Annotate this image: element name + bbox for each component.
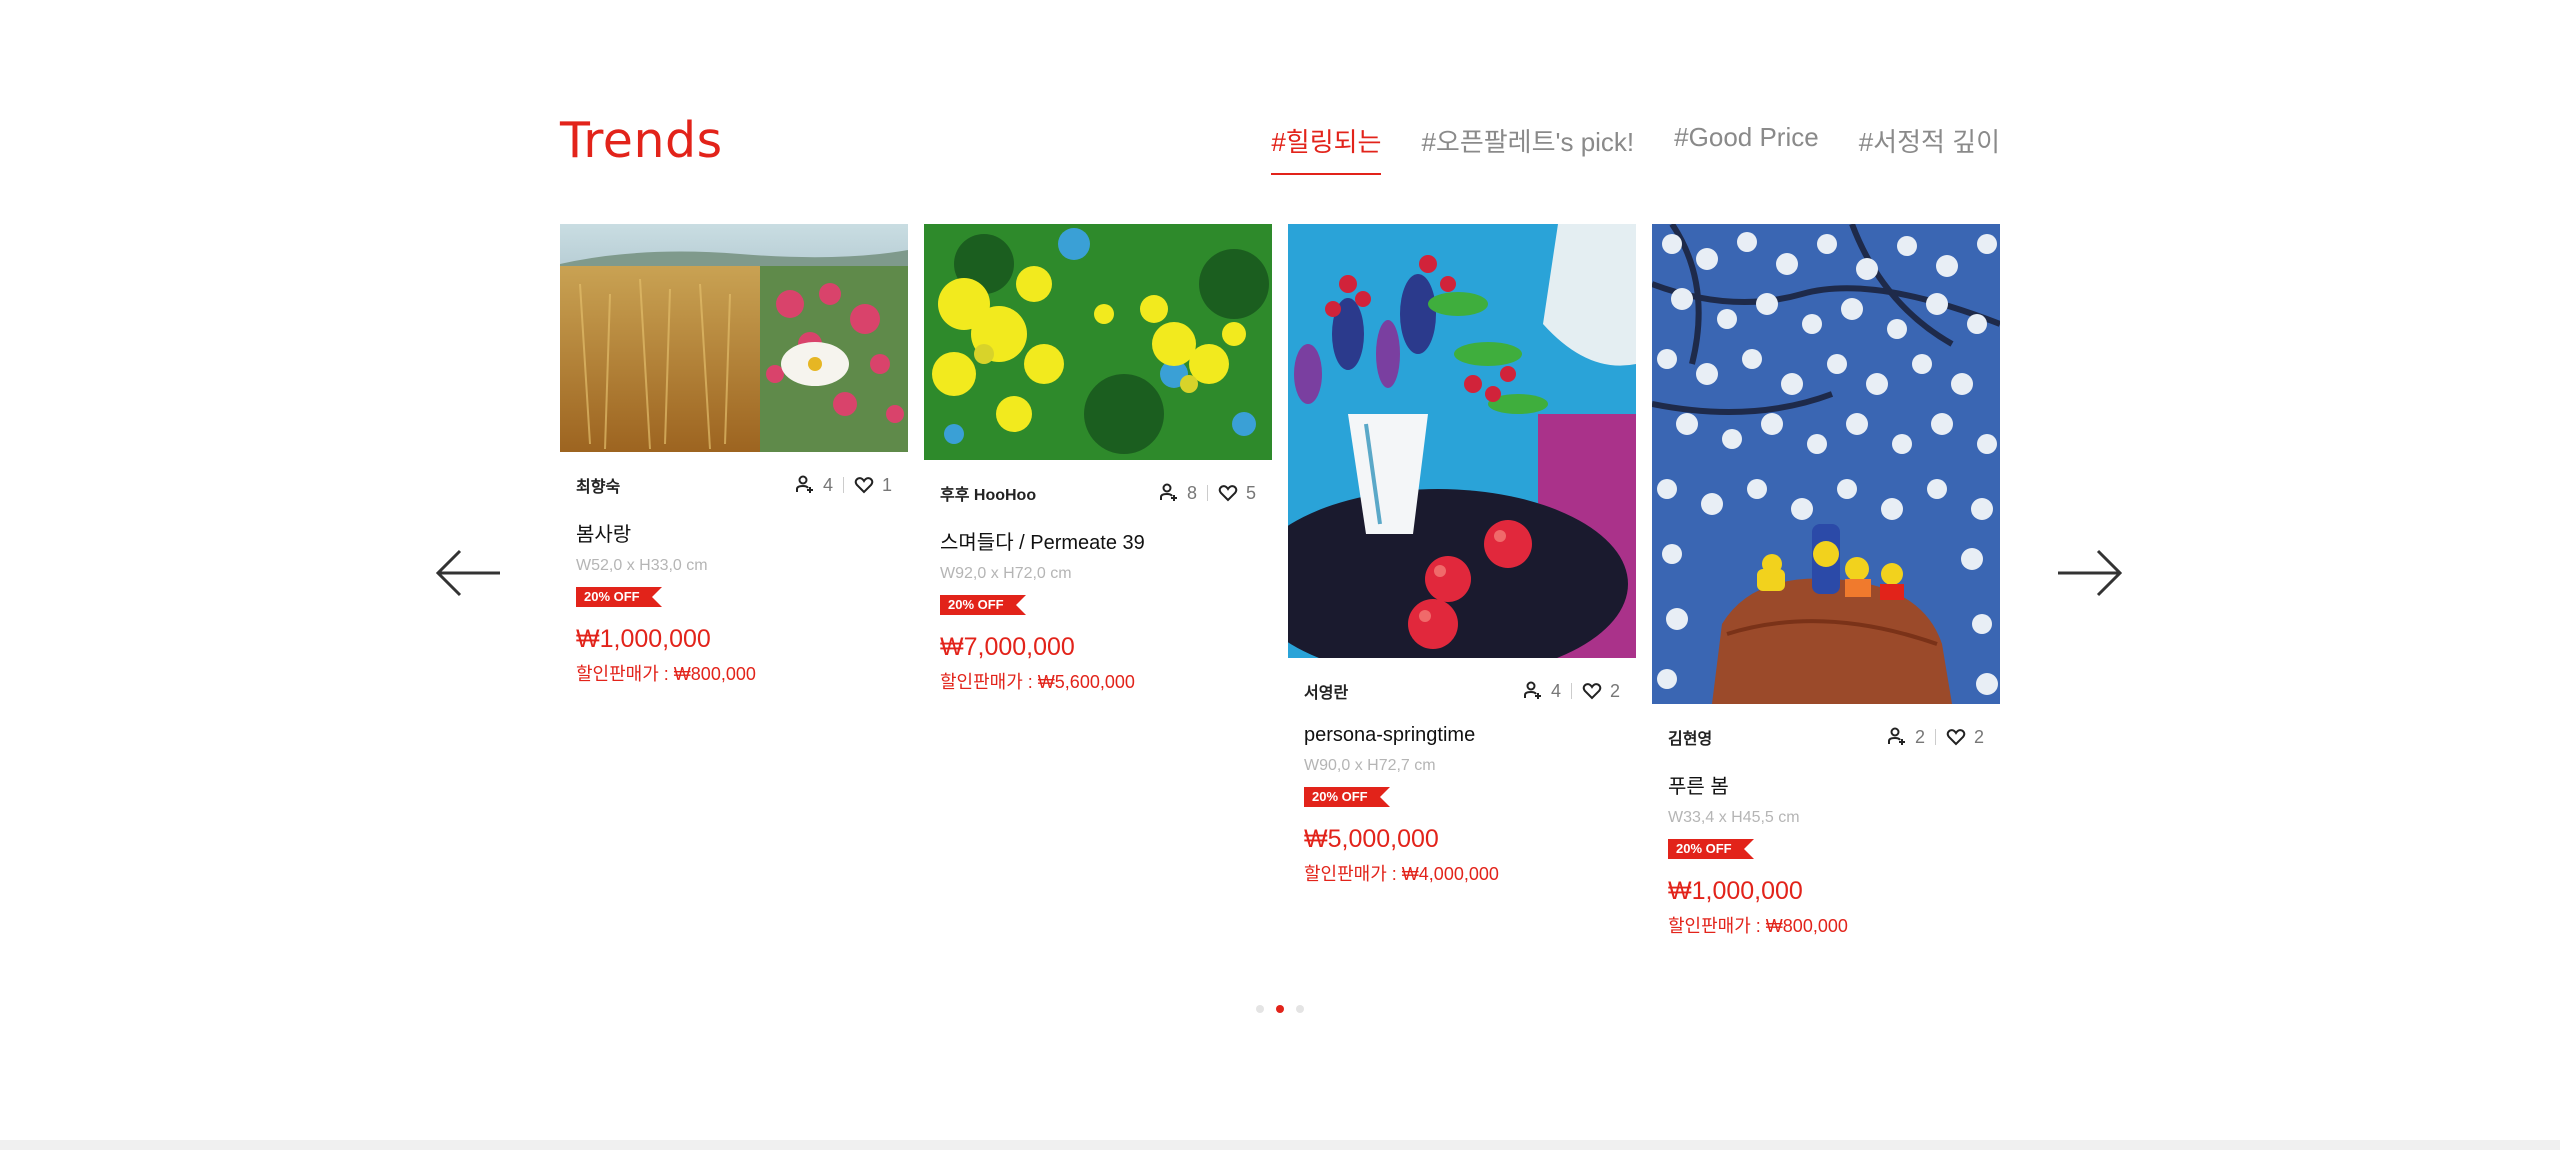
artwork-title[interactable]: 푸른 봄 [1668, 770, 1984, 799]
like-count: 5 [1245, 482, 1256, 503]
like-count: 2 [1609, 680, 1620, 701]
tab-lyrical-depth[interactable]: #서정적 깊이 [1859, 122, 2000, 175]
like-count: 1 [881, 474, 892, 495]
artist-name[interactable]: 서영란 [1304, 679, 1348, 703]
like-count: 2 [1973, 726, 1984, 747]
pagination-dot-active[interactable] [1276, 1005, 1284, 1013]
artwork-size: W92,0 x H72,0 cm [940, 565, 1072, 582]
follow-stat[interactable]: 4 [1523, 681, 1561, 702]
follow-stat[interactable]: 2 [1887, 727, 1925, 748]
tab-good-price[interactable]: #Good Price [1674, 122, 1819, 175]
heart-icon [1946, 729, 1966, 746]
like-stat[interactable]: 2 [1946, 727, 1984, 748]
discount-badge: 20% OFF [1668, 839, 1754, 859]
artwork-image[interactable] [560, 224, 908, 452]
artist-name[interactable]: 김현영 [1668, 725, 1712, 749]
follow-icon [795, 475, 813, 493]
pagination-dot[interactable] [1296, 1005, 1304, 1013]
sale-price: 할인판매가 : ₩800,000 [1668, 916, 1848, 936]
artwork-size: W90,0 x H72,7 cm [1304, 757, 1436, 774]
pagination-dot[interactable] [1256, 1005, 1264, 1013]
carousel-pagination [1256, 1005, 1304, 1013]
sale-price: 할인판매가 : ₩800,000 [576, 664, 756, 684]
sale-price: 할인판매가 : ₩4,000,000 [1304, 864, 1499, 884]
artwork-size: W33,4 x H45,5 cm [1668, 809, 1800, 826]
follow-icon [1523, 681, 1541, 699]
original-price: ₩5,000,000 [1304, 825, 1439, 853]
tab-healing[interactable]: #힐링되는 [1271, 122, 1382, 175]
original-price: ₩1,000,000 [1668, 877, 1803, 905]
discount-badge: 20% OFF [940, 595, 1026, 615]
discount-badge: 20% OFF [576, 587, 662, 607]
artwork-title[interactable]: 스며들다 / Permeate 39 [940, 526, 1256, 555]
artwork-title[interactable]: 봄사랑 [576, 518, 892, 547]
follower-count: 4 [822, 474, 833, 495]
sale-price: 할인판매가 : ₩5,600,000 [940, 672, 1135, 692]
follow-icon [1159, 483, 1177, 501]
original-price: ₩1,000,000 [576, 625, 711, 653]
follower-count: 4 [1550, 680, 1561, 701]
arrow-right-icon[interactable] [2056, 545, 2122, 601]
artist-name[interactable]: 최향숙 [576, 473, 620, 497]
tag-tabs: #힐링되는 #오픈팔레트's pick! #Good Price #서정적 깊이 [1231, 122, 2000, 175]
artwork-card[interactable]: 서영란 4 2 persona-springtime W90,0 x H72,7… [1288, 224, 1636, 886]
follow-icon [1887, 727, 1905, 745]
section-title: Trends [560, 112, 723, 169]
artwork-card[interactable]: 김현영 2 2 푸른 봄 W33,4 x H45,5 cm 20% OFF ₩1… [1652, 224, 2000, 938]
follow-stat[interactable]: 4 [795, 475, 833, 496]
tab-openpalette-pick[interactable]: #오픈팔레트's pick! [1421, 122, 1634, 175]
like-stat[interactable]: 2 [1582, 681, 1620, 702]
footer-divider [0, 1140, 2560, 1150]
artwork-size: W52,0 x H33,0 cm [576, 557, 708, 574]
artist-name[interactable]: 후후 HooHoo [940, 481, 1036, 505]
follower-count: 8 [1186, 482, 1197, 503]
heart-icon [854, 477, 874, 494]
artwork-card[interactable]: 후후 HooHoo 8 5 스며들다 / Permeate 39 W92,0 x… [924, 224, 1272, 694]
discount-badge: 20% OFF [1304, 787, 1390, 807]
follow-stat[interactable]: 8 [1159, 483, 1197, 504]
original-price: ₩7,000,000 [940, 633, 1075, 661]
artwork-card[interactable]: 최향숙 4 1 봄사랑 W52,0 x H33,0 cm 20% OFF ₩1,… [560, 224, 908, 686]
arrow-left-icon[interactable] [436, 545, 502, 601]
artwork-image[interactable] [1652, 224, 2000, 704]
artwork-image[interactable] [1288, 224, 1636, 658]
like-stat[interactable]: 5 [1218, 483, 1256, 504]
like-stat[interactable]: 1 [854, 475, 892, 496]
heart-icon [1582, 683, 1602, 700]
heart-icon [1218, 485, 1238, 502]
follower-count: 2 [1914, 726, 1925, 747]
artwork-image[interactable] [924, 224, 1272, 460]
artwork-title[interactable]: persona-springtime [1304, 724, 1620, 747]
